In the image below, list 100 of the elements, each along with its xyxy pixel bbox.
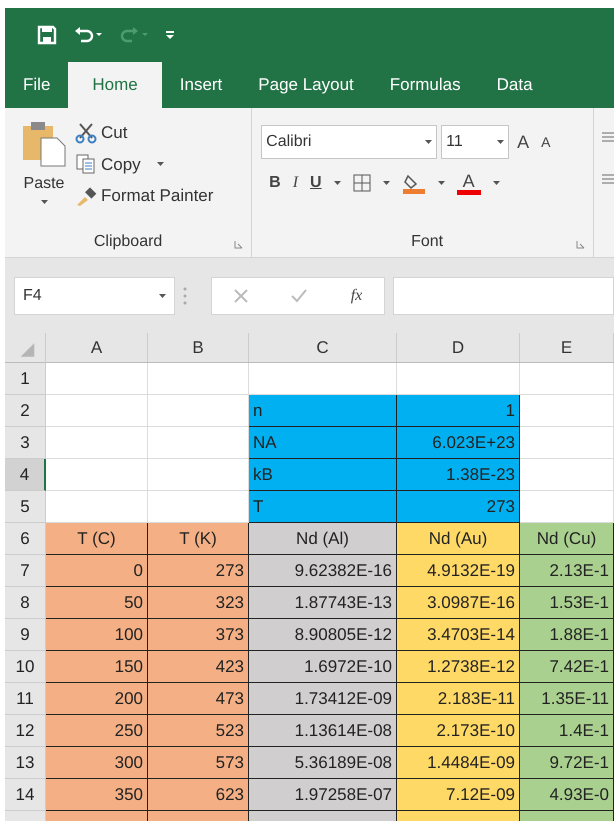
- grip-icon: [183, 286, 187, 306]
- row-header[interactable]: 9: [5, 619, 46, 651]
- table-cell: 1: [397, 395, 520, 427]
- table-cell: 1.13614E-08: [249, 715, 397, 747]
- table-cell: 4.93E-0: [520, 779, 614, 811]
- table-cell: 1.87743E-13: [249, 587, 397, 619]
- column-header[interactable]: D: [397, 333, 520, 362]
- table-cell: 2.183E-11: [397, 683, 520, 715]
- table-cell: 323: [148, 587, 249, 619]
- table-cell: 4.9132E-19: [397, 555, 520, 587]
- row-header[interactable]: 14: [5, 779, 46, 811]
- table-cell: 250: [46, 715, 148, 747]
- shrink-font-button[interactable]: A: [537, 132, 554, 152]
- row-header[interactable]: 1: [5, 363, 46, 395]
- table-cell: 423: [148, 651, 249, 683]
- ribbon-tab[interactable]: Formulas: [372, 62, 479, 108]
- row-header[interactable]: 12: [5, 715, 46, 747]
- cancel-icon[interactable]: [234, 288, 248, 302]
- row-header[interactable]: 13: [5, 747, 46, 779]
- column-header[interactable]: A: [46, 333, 148, 362]
- caret-icon: [382, 181, 390, 185]
- cut-button[interactable]: Cut: [75, 120, 214, 146]
- row-header[interactable]: 10: [5, 651, 46, 683]
- table-cell: 1.4484E-09: [397, 747, 520, 779]
- caret-icon: [334, 181, 341, 185]
- borders-icon[interactable]: [352, 174, 371, 192]
- dialog-launcher-icon[interactable]: [234, 240, 244, 249]
- table-cell: 1.97258E-07: [249, 779, 397, 811]
- paintbrush-icon: [75, 184, 97, 207]
- row-header[interactable]: 3: [5, 427, 46, 459]
- table-cell: 1.4E-1: [520, 715, 614, 747]
- table-cell: Nd (Au): [397, 523, 520, 555]
- table-cell: 3.4703E-14: [397, 619, 520, 651]
- table-cell: 150: [46, 651, 148, 683]
- format-painter-button[interactable]: Format Painter: [75, 183, 214, 208]
- underline-button[interactable]: U: [310, 171, 322, 195]
- table-cell: 1.88E-1: [520, 619, 614, 651]
- column-header[interactable]: E: [520, 333, 614, 362]
- enter-check-icon[interactable]: [291, 288, 308, 302]
- italic-button[interactable]: I: [292, 171, 298, 195]
- row-header[interactable]: 2: [5, 395, 46, 427]
- font-size-field[interactable]: 11: [441, 125, 510, 159]
- dialog-launcher-icon[interactable]: [576, 240, 585, 249]
- table-cell: 1.6972E-10: [249, 651, 397, 683]
- table-cell: T (C): [46, 523, 148, 555]
- ribbon-tab[interactable]: File: [5, 62, 68, 108]
- align-left-icon[interactable]: [602, 174, 614, 184]
- paste-button[interactable]: Paste: [21, 120, 67, 227]
- row-header[interactable]: 8: [5, 587, 46, 619]
- ribbon-tab[interactable]: Page Layout: [240, 62, 372, 108]
- table-cell: 1.73412E-09: [249, 683, 397, 715]
- column-header[interactable]: B: [148, 333, 249, 362]
- table-cell: 1.35E-11: [520, 683, 614, 715]
- caret-icon: [159, 294, 166, 298]
- caret-icon: [492, 181, 500, 185]
- table-cell: 1.38E-23: [397, 459, 520, 491]
- table-cell: 9.62382E-16: [249, 555, 397, 587]
- row-header[interactable]: 11: [5, 683, 46, 715]
- row-header[interactable]: 4: [5, 459, 46, 491]
- formula-field[interactable]: [393, 276, 614, 314]
- group-label: Font: [411, 232, 444, 252]
- row-header[interactable]: 5: [5, 491, 46, 523]
- customize-toolbar-icon[interactable]: [165, 30, 175, 40]
- grow-font-button[interactable]: A: [513, 128, 534, 156]
- table-cell: 8.90805E-12: [249, 619, 397, 651]
- copy-button[interactable]: Copy: [75, 152, 214, 177]
- insert-function-button[interactable]: fx: [350, 284, 362, 308]
- table-cell: 7.42E-1: [520, 651, 614, 683]
- caret-icon: [425, 140, 432, 144]
- caret-icon: [497, 140, 504, 144]
- redo-icon[interactable]: [119, 25, 149, 45]
- font-color-button[interactable]: A: [456, 172, 481, 194]
- align-top-icon[interactable]: [602, 132, 614, 142]
- column-header[interactable]: C: [249, 333, 397, 362]
- table-cell: 1.53E-1: [520, 587, 614, 619]
- row-header[interactable]: 7: [5, 555, 46, 587]
- table-cell: NA: [249, 427, 397, 459]
- table-cell: 100: [46, 619, 148, 651]
- bold-button[interactable]: B: [269, 171, 281, 195]
- ribbon-tab[interactable]: Data: [478, 62, 551, 108]
- undo-icon[interactable]: [73, 25, 103, 45]
- table-cell: 1.2738E-12: [397, 651, 520, 683]
- table-cell: 473: [148, 683, 249, 715]
- table-cell: T: [249, 491, 397, 523]
- row-header[interactable]: 6: [5, 523, 46, 555]
- caret-icon: [40, 200, 48, 204]
- ribbon-tab[interactable]: Insert: [162, 62, 240, 108]
- table-cell: 5.36189E-08: [249, 747, 397, 779]
- table-cell: Nd (Cu): [520, 523, 614, 555]
- table-cell: 2.13E-1: [520, 555, 614, 587]
- ribbon-tab[interactable]: Home: [68, 62, 162, 108]
- name-box[interactable]: F4: [14, 276, 175, 314]
- table-cell: n: [249, 395, 397, 427]
- copy-icon: [75, 153, 97, 176]
- fill-color-icon[interactable]: [402, 172, 426, 194]
- font-name-field[interactable]: Calibri: [261, 125, 438, 159]
- save-icon[interactable]: [37, 25, 57, 45]
- table-cell: 9.72E-1: [520, 747, 614, 779]
- table-cell: 523: [148, 715, 249, 747]
- table-cell: Nd (Al): [249, 523, 397, 555]
